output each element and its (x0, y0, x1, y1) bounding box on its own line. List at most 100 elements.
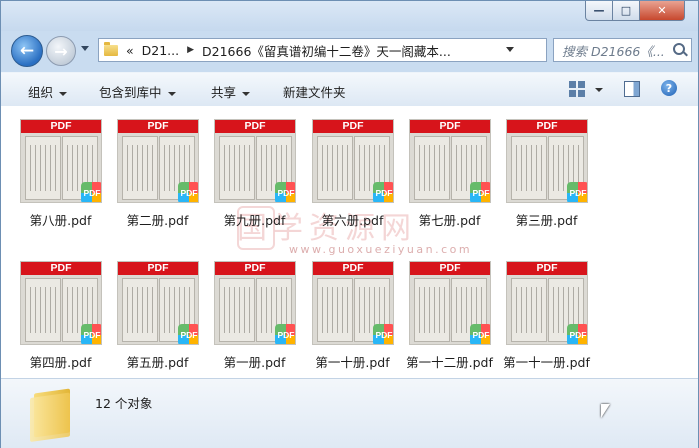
pdf-label: PDF (313, 262, 393, 275)
share-label: 共享 (211, 85, 237, 100)
organize-label: 组织 (28, 85, 54, 100)
file-name[interactable]: 第一十一册.pdf (493, 352, 600, 371)
pdf-app-icon: PDF (275, 182, 295, 202)
pdf-label: PDF (410, 262, 490, 275)
chevron-down-icon (167, 91, 176, 96)
command-bar: 组织 包含到库中 共享 新建文件夹 ? (1, 72, 698, 107)
file-list[interactable]: 国学资源网 www.guoxueziyuan.com PDF PDF 第八册.pdf… (1, 106, 698, 378)
file-item[interactable]: PDF PDF 第三册.pdf (498, 114, 595, 234)
item-count: 12 个对象 (95, 396, 153, 411)
pdf-label: PDF (215, 120, 295, 133)
view-options-icon[interactable] (569, 81, 585, 97)
search-icon[interactable] (673, 43, 685, 55)
pdf-thumbnail: PDF PDF (506, 261, 588, 345)
pdf-thumbnail: PDF PDF (117, 119, 199, 203)
pdf-label: PDF (21, 120, 101, 133)
pdf-app-icon: PDF (567, 324, 587, 344)
file-name[interactable]: 第二册.pdf (104, 210, 211, 229)
file-item[interactable]: PDF PDF 第一十二册.pdf (401, 256, 498, 376)
file-name[interactable]: 第八册.pdf (7, 210, 114, 229)
file-item[interactable]: PDF PDF 第五册.pdf (109, 256, 206, 376)
view-options-dropdown[interactable] (595, 88, 603, 92)
page-preview (511, 136, 547, 200)
page-preview (122, 278, 158, 342)
pdf-app-icon: PDF (81, 324, 101, 344)
maximize-button[interactable]: □ (612, 1, 640, 21)
file-name[interactable]: 第一册.pdf (201, 352, 308, 371)
pdf-thumbnail: PDF PDF (20, 119, 102, 203)
pdf-app-icon: PDF (178, 324, 198, 344)
file-item[interactable]: PDF PDF 第六册.pdf (304, 114, 401, 234)
breadcrumb-overflow[interactable]: « (126, 43, 134, 58)
new-folder-button[interactable]: 新建文件夹 (283, 82, 346, 101)
page-preview (25, 136, 61, 200)
pdf-label: PDF (410, 120, 490, 133)
arrow-right-icon: → (54, 41, 68, 61)
pdf-thumbnail: PDF PDF (117, 261, 199, 345)
minimize-button[interactable]: — (585, 1, 613, 21)
mouse-cursor-icon (601, 404, 610, 418)
pdf-app-icon: PDF (470, 182, 490, 202)
address-bar[interactable]: « D21... ▶ D21666《留真谱初编十二卷》天一阁藏本... ⟳ (98, 38, 637, 62)
file-name[interactable]: 第七册.pdf (396, 210, 503, 229)
breadcrumb-separator-icon[interactable]: ▶ (187, 45, 194, 55)
breadcrumb-item[interactable]: D21... (142, 43, 179, 58)
include-in-library-button[interactable]: 包含到库中 (99, 82, 176, 101)
organize-button[interactable]: 组织 (28, 82, 68, 101)
page-preview (219, 278, 255, 342)
file-name[interactable]: 第九册.pdf (201, 210, 308, 229)
file-name[interactable]: 第一十二册.pdf (396, 352, 503, 371)
pdf-label: PDF (313, 120, 393, 133)
new-folder-label: 新建文件夹 (283, 85, 346, 100)
recent-pages-dropdown[interactable] (81, 46, 89, 51)
file-name[interactable]: 第一十册.pdf (299, 352, 406, 371)
pdf-app-icon: PDF (81, 182, 101, 202)
pdf-thumbnail: PDF PDF (214, 119, 296, 203)
pdf-thumbnail: PDF PDF (312, 119, 394, 203)
pdf-label: PDF (507, 262, 587, 275)
share-button[interactable]: 共享 (211, 82, 251, 101)
page-preview (414, 136, 450, 200)
search-input[interactable]: 搜索 D21666《... (553, 38, 692, 62)
explorer-window: — □ ✕ ← → « D21... ▶ D21666《留真谱初编十二卷》天一阁… (0, 0, 699, 448)
page-preview (511, 278, 547, 342)
file-item[interactable]: PDF PDF 第七册.pdf (401, 114, 498, 234)
pdf-label: PDF (507, 120, 587, 133)
page-preview (25, 278, 61, 342)
pdf-thumbnail: PDF PDF (409, 261, 491, 345)
file-item[interactable]: PDF PDF 第四册.pdf (12, 256, 109, 376)
pdf-label: PDF (215, 262, 295, 275)
back-button[interactable]: ← (11, 35, 43, 67)
file-item[interactable]: PDF PDF 第八册.pdf (12, 114, 109, 234)
close-button[interactable]: ✕ (639, 1, 685, 21)
file-item[interactable]: PDF PDF 第一十一册.pdf (498, 256, 595, 376)
page-preview (317, 136, 353, 200)
file-name[interactable]: 第三册.pdf (493, 210, 600, 229)
breadcrumb-current[interactable]: D21666《留真谱初编十二卷》天一阁藏本... (202, 41, 451, 60)
file-item[interactable]: PDF PDF 第九册.pdf (206, 114, 303, 234)
forward-button[interactable]: → (46, 36, 76, 66)
pdf-thumbnail: PDF PDF (409, 119, 491, 203)
file-name[interactable]: 第五册.pdf (104, 352, 211, 371)
preview-pane-icon[interactable] (624, 81, 640, 97)
pdf-app-icon: PDF (275, 324, 295, 344)
pdf-app-icon: PDF (178, 182, 198, 202)
file-item[interactable]: PDF PDF 第一册.pdf (206, 256, 303, 376)
pdf-app-icon: PDF (567, 182, 587, 202)
folder-icon (104, 41, 118, 56)
page-preview (219, 136, 255, 200)
help-icon[interactable]: ? (661, 80, 677, 96)
file-item[interactable]: PDF PDF 第一十册.pdf (304, 256, 401, 376)
title-bar: — □ ✕ (1, 1, 698, 31)
include-in-library-label: 包含到库中 (99, 85, 162, 100)
pdf-app-icon: PDF (470, 324, 490, 344)
pdf-app-icon: PDF (373, 182, 393, 202)
pdf-thumbnail: PDF PDF (506, 119, 588, 203)
pdf-label: PDF (118, 120, 198, 133)
pdf-thumbnail: PDF PDF (214, 261, 296, 345)
file-name[interactable]: 第四册.pdf (7, 352, 114, 371)
pdf-label: PDF (118, 262, 198, 275)
file-name[interactable]: 第六册.pdf (299, 210, 406, 229)
address-dropdown[interactable] (506, 47, 514, 52)
file-item[interactable]: PDF PDF 第二册.pdf (109, 114, 206, 234)
